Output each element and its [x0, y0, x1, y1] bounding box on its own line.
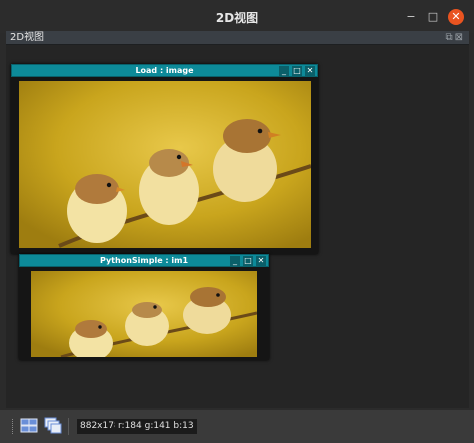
- subwindow-title: Load : image: [135, 66, 194, 75]
- subwindow-titlebar[interactable]: Load : image _ □ ✕: [11, 64, 318, 77]
- subwindow-minimize-button[interactable]: _: [279, 66, 289, 76]
- subwindow-load-image[interactable]: Load : image _ □ ✕: [11, 64, 318, 254]
- window-title: 2D视图: [215, 11, 259, 25]
- status-separator: [68, 418, 69, 435]
- close-button[interactable]: ✕: [448, 9, 464, 25]
- birds-image-processed: [31, 271, 257, 357]
- tile-windows-icon[interactable]: [20, 417, 38, 435]
- minimize-button[interactable]: −: [404, 10, 418, 24]
- status-bar: 882x178 r:184 g:141 b:13: [0, 410, 474, 443]
- panel-float-close-icons[interactable]: ⧉⊠: [445, 31, 465, 44]
- window-titlebar: 2D视图 − □ ✕: [0, 0, 474, 33]
- pixel-rgb-readout: r:184 g:141 b:13: [115, 419, 197, 434]
- subwindow-titlebar[interactable]: PythonSimple : im1 _ □ ✕: [19, 254, 269, 267]
- panel-header: 2D视图 ⧉⊠: [6, 31, 469, 45]
- subwindow-close-button[interactable]: ✕: [305, 66, 315, 76]
- subwindow-close-button[interactable]: ✕: [256, 256, 266, 266]
- subwindow-pythonsimple-im1[interactable]: PythonSimple : im1 _ □ ✕: [19, 254, 269, 360]
- toolbar-grip[interactable]: [12, 419, 15, 434]
- maximize-button[interactable]: □: [426, 10, 440, 24]
- birds-image: [19, 81, 311, 248]
- panel-title: 2D视图: [10, 32, 45, 43]
- cascade-windows-icon[interactable]: [44, 417, 62, 435]
- subwindow-maximize-button[interactable]: □: [292, 66, 302, 76]
- subwindow-minimize-button[interactable]: _: [230, 256, 240, 266]
- subwindow-maximize-button[interactable]: □: [243, 256, 253, 266]
